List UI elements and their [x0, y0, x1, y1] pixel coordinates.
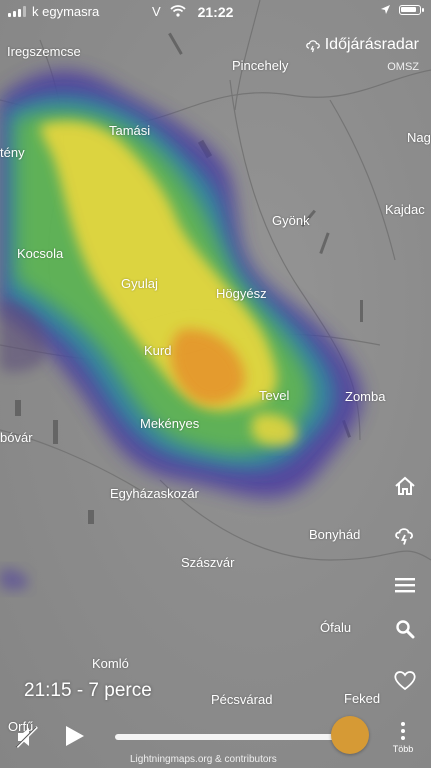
timeline-slider-track[interactable]: [115, 734, 350, 740]
place-label: bóvár: [0, 430, 33, 445]
place-label: Tevel: [259, 388, 290, 403]
play-icon: [66, 726, 84, 746]
place-label: Gyönk: [272, 213, 310, 228]
menu-icon: [395, 578, 415, 593]
speaker-muted-icon: [15, 726, 38, 748]
search-icon: [396, 620, 415, 639]
radar-overlay: [0, 0, 431, 591]
frame-time-label: 21:15 - 7 perce: [24, 680, 152, 701]
location-arrow-icon: [381, 5, 390, 14]
map-attribution[interactable]: Lightningmaps.org & contributors: [130, 754, 277, 765]
place-label: Nag: [407, 130, 431, 145]
wifi-icon: [170, 5, 186, 17]
home-button[interactable]: [393, 474, 417, 498]
place-label: Kajdac: [385, 202, 425, 217]
storm-cloud-icon: [395, 528, 413, 545]
place-label: Zomba: [345, 389, 386, 404]
more-button[interactable]: Több: [388, 718, 418, 762]
brand-logo: Időjárásradar OMSZ: [305, 36, 419, 73]
place-label: Komló: [92, 656, 129, 671]
more-dots-icon: [388, 718, 418, 740]
status-time: 21:22: [197, 4, 234, 20]
place-label: Ófalu: [320, 620, 352, 635]
place-label: Kurd: [144, 343, 172, 358]
place-label: Iregszemcse: [7, 44, 81, 59]
place-label: Pécsvárad: [211, 692, 273, 707]
brand-name: Időjárásradar: [324, 36, 419, 53]
storm-layer-button[interactable]: [393, 523, 417, 547]
place-label: Högyész: [216, 286, 267, 301]
timeline-slider-thumb[interactable]: [331, 716, 369, 754]
home-icon: [395, 476, 415, 495]
place-label: Pincehely: [232, 58, 289, 73]
place-label: tény: [0, 145, 25, 160]
radar-precipitation: [0, 70, 362, 591]
place-label: Gyulaj: [121, 276, 158, 291]
brand-source: OMSZ: [387, 61, 419, 73]
playback-bar: Lightningmaps.org & contributors Több: [0, 712, 431, 768]
menu-button[interactable]: [393, 573, 417, 597]
status-right: [380, 4, 424, 15]
battery-icon: [399, 4, 424, 15]
mute-sound-button[interactable]: [14, 724, 40, 750]
place-label: Bonyhád: [309, 527, 361, 542]
heart-icon: [394, 671, 416, 691]
status-bar: k egymasra 21:22 V: [0, 0, 431, 24]
place-label: Feked: [344, 691, 381, 706]
play-button[interactable]: [62, 724, 86, 748]
place-label: Szászvár: [181, 555, 235, 570]
cloud-lightning-icon: [305, 39, 320, 52]
vpn-label: V: [152, 4, 161, 19]
search-button[interactable]: [393, 617, 417, 641]
more-label: Több: [392, 744, 414, 754]
place-label: Kocsola: [17, 246, 64, 261]
favorite-button[interactable]: [393, 668, 417, 692]
weather-map[interactable]: Iregszemcse Pincehely Tamási tény Nag Gy…: [0, 0, 431, 768]
place-label: Egyházaskozár: [110, 486, 199, 501]
place-label: Tamási: [109, 123, 151, 138]
place-label: Mekényes: [140, 416, 200, 431]
